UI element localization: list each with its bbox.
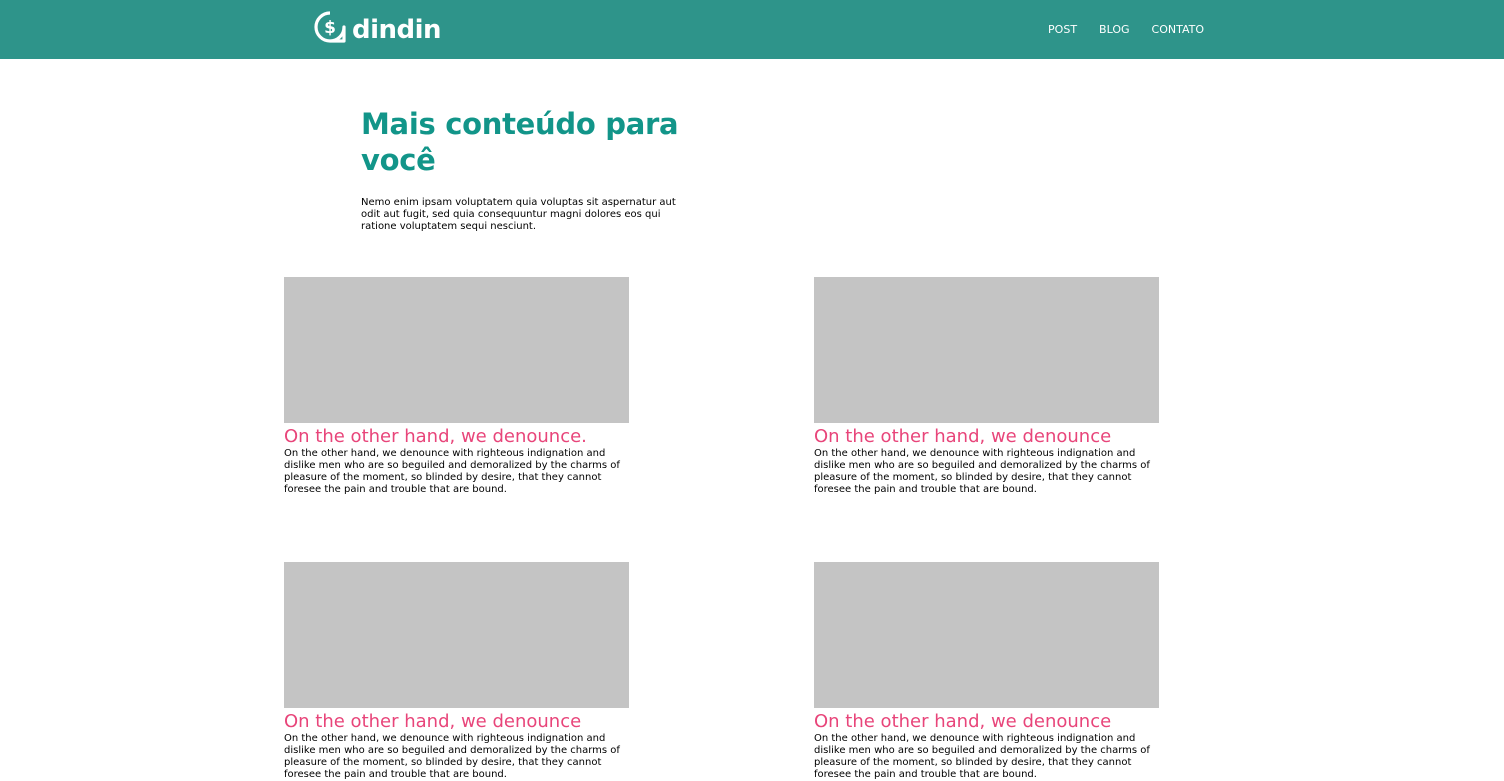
card-image-placeholder xyxy=(814,277,1159,423)
card-text: On the other hand, we denounce with righ… xyxy=(284,448,620,495)
intro-text: Nemo enim ipsam voluptatem quia voluptas… xyxy=(361,197,676,232)
brand-logo[interactable]: $ dindin xyxy=(313,9,442,45)
card-title[interactable]: On the other hand, we denounce xyxy=(814,711,1160,733)
content-card[interactable]: On the other hand, we denounce On the ot… xyxy=(814,277,1160,496)
nav-link-post[interactable]: POST xyxy=(1048,23,1077,36)
dollar-chat-bubble-icon: $ xyxy=(314,11,346,43)
card-image-placeholder xyxy=(284,562,629,708)
card-image-placeholder xyxy=(814,562,1159,708)
card-image-placeholder xyxy=(284,277,629,423)
nav-link-blog[interactable]: BLOG xyxy=(1099,23,1129,36)
card-text: On the other hand, we denounce with righ… xyxy=(814,448,1150,495)
intro-title: Mais conteúdo para você xyxy=(361,107,679,177)
content-card[interactable]: On the other hand, we denounce. On the o… xyxy=(284,277,630,496)
svg-text:$: $ xyxy=(324,18,336,38)
content-card[interactable]: On the other hand, we denounce On the ot… xyxy=(284,562,630,781)
top-navbar: $ dindin POST BLOG CONTATO xyxy=(0,0,1504,59)
card-title[interactable]: On the other hand, we denounce xyxy=(814,426,1160,448)
nav-link-contato[interactable]: CONTATO xyxy=(1152,23,1204,36)
card-title[interactable]: On the other hand, we denounce. xyxy=(284,426,630,448)
main-nav: POST BLOG CONTATO xyxy=(1026,0,1204,59)
card-title[interactable]: On the other hand, we denounce xyxy=(284,711,630,733)
brand-name: dindin xyxy=(352,15,442,45)
content-card[interactable]: On the other hand, we denounce On the ot… xyxy=(814,562,1160,781)
card-text: On the other hand, we denounce with righ… xyxy=(284,733,620,780)
card-text: On the other hand, we denounce with righ… xyxy=(814,733,1150,780)
intro-section: Mais conteúdo para você Nemo enim ipsam … xyxy=(361,106,691,233)
